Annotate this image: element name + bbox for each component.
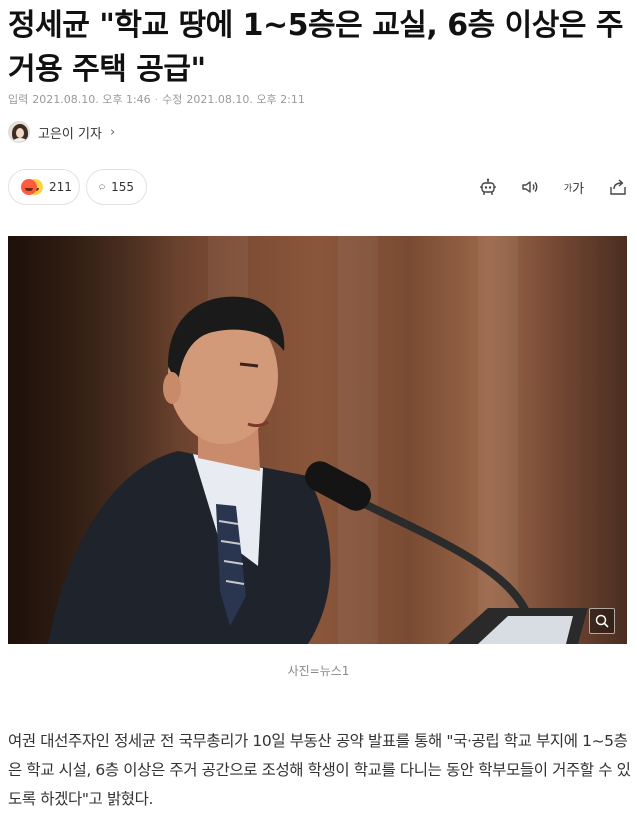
zoom-icon <box>595 614 609 628</box>
angry-emoji-icon <box>21 179 37 195</box>
speaker-icon <box>522 181 538 193</box>
comment-count: 155 <box>111 180 134 194</box>
published-label: 입력 <box>8 93 29 106</box>
share-icon <box>610 179 626 195</box>
reaction-count: 211 <box>49 180 72 194</box>
modified-time: 2021.08.10. 오후 2:11 <box>186 93 305 106</box>
author-avatar <box>8 121 30 143</box>
font-size-small-label: 가 <box>563 183 573 194</box>
speech-bubble-icon <box>99 184 105 190</box>
speaker-photo-illustration <box>48 296 588 644</box>
photo-caption: 사진=뉴스1 <box>287 664 350 678</box>
emoji-icons <box>21 179 43 195</box>
photo-zoom-button[interactable] <box>589 608 615 634</box>
chevron-right-icon: › <box>109 124 116 140</box>
summary-button[interactable] <box>477 176 499 198</box>
article-photo[interactable] <box>8 236 627 644</box>
robot-icon <box>480 178 496 195</box>
font-size-button[interactable]: 가가 <box>561 176 587 198</box>
modified-label: 수정 <box>162 93 183 106</box>
author-name: 고은이 기자 <box>38 126 102 142</box>
font-size-large-label: 가 <box>572 181 585 197</box>
share-button[interactable] <box>607 176 629 198</box>
published-time: 2021.08.10. 오후 1:46 <box>32 93 151 106</box>
article-toolbar: 211 155 가가 <box>8 169 629 205</box>
meta-separator: · <box>154 92 159 106</box>
article-body: 여권 대선주자인 정세균 전 국무총리가 10일 부동산 공약 발표를 통해 "… <box>8 732 631 808</box>
reaction-button[interactable]: 211 <box>8 169 80 205</box>
article-headline: 정세균 "학교 땅에 1~5층은 교실, 6층 이상은 주거용 주택 공급" <box>8 8 624 87</box>
tts-button[interactable] <box>519 176 541 198</box>
article-meta: 입력 2021.08.10. 오후 1:46 · 수정 2021.08.10. … <box>8 91 305 107</box>
comment-button[interactable]: 155 <box>86 169 147 205</box>
author-link[interactable]: 고은이 기자 › <box>8 120 115 144</box>
article-tools: 가가 <box>477 169 629 205</box>
